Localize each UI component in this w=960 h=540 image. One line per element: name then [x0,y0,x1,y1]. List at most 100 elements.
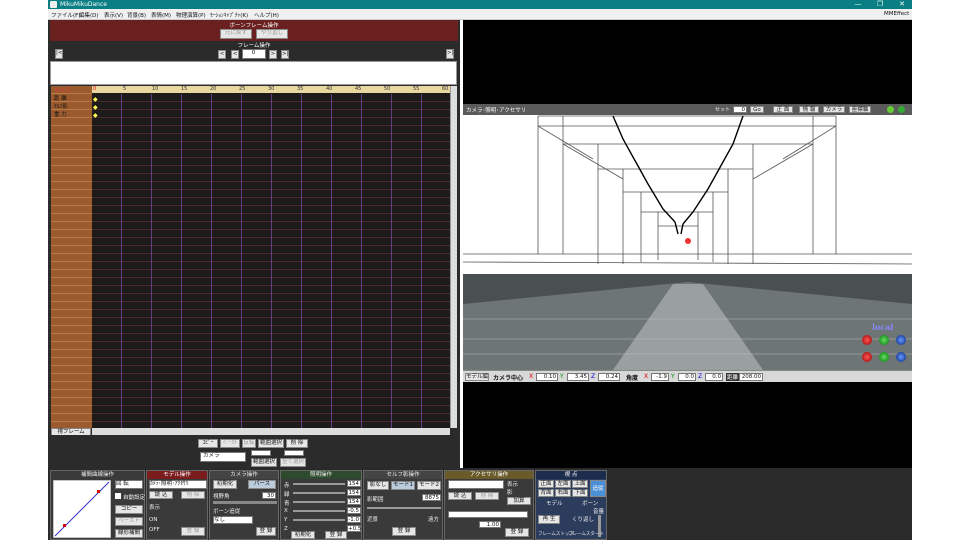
distance-input[interactable]: 208.00 [739,373,763,381]
accessory-scale-input[interactable]: 1.00 [479,521,501,528]
perspective-button[interactable]: パース [248,480,276,489]
light-b-input[interactable]: 154 [347,498,361,505]
range-start-input[interactable] [251,450,271,456]
target-select[interactable]: カメラ [200,452,246,462]
angle-x-input[interactable]: -1.9 [651,373,669,381]
light-icon[interactable] [887,106,894,113]
model-select[interactable]: ｶﾒﾗ･照明･ｱｸｾｻﾘ [149,480,207,489]
light-y-slider[interactable] [293,519,345,521]
timeline-grid[interactable]: ◆ ◆ ◆ [92,86,450,428]
interp-copy-button[interactable]: コピー [115,505,143,514]
view-model-label[interactable]: モデル [546,499,563,507]
view-top-button[interactable]: 上面 [572,480,588,488]
menu-file[interactable]: ファイル(F) [51,11,80,19]
go-button[interactable]: Go [750,106,764,113]
next-key-button[interactable]: >| [281,50,289,59]
menu-background[interactable]: 背景(B) [127,11,146,19]
view-back-button[interactable]: 背面 [538,489,554,497]
delete-frame-button[interactable]: 削 除 [286,439,308,448]
cut-input[interactable]: 0 [733,106,747,113]
track-gravity[interactable]: 重 力 [54,110,67,118]
model-delete-button[interactable]: 削 除 [181,491,205,499]
minimize-button[interactable]: — [848,0,868,8]
fov-input[interactable]: 30 [262,492,276,499]
center-y-input[interactable]: 3.45 [567,373,589,381]
shadow-mode2-button[interactable]: モード2 [417,481,441,490]
angle-z-input[interactable]: 0.0 [705,373,723,381]
track-list[interactable]: カメラ 距 離 ｾﾙﾌ影 重 力 [51,86,92,428]
accessory-select[interactable] [448,480,504,489]
close-button[interactable]: ✕ [892,0,912,8]
move-x-icon[interactable] [862,352,872,362]
model-on-label[interactable]: ON [149,517,157,523]
view-left-button[interactable]: 左面 [555,480,571,488]
undo-button[interactable]: 元に戻す [220,29,252,39]
paste-button[interactable]: ﾍﾟｰｽﾄ [220,439,240,448]
accessory-show-label[interactable]: 表示 [507,480,518,488]
angle-y-input[interactable]: 0.0 [678,373,696,381]
redo-button[interactable]: やり直し [256,29,288,39]
3d-viewport[interactable] [463,104,912,370]
menu-view[interactable]: 表示(V) [104,11,123,19]
camera-register-button[interactable]: 登 録 [256,527,276,536]
linear-interp-button[interactable]: 線形補間 [115,529,143,538]
view-front-button[interactable]: 正面 [538,480,554,488]
interp-paste-button[interactable]: ペースト [115,517,143,526]
menu-physics[interactable]: 物理演算(P) [176,11,206,19]
shadow-mode1-button[interactable]: モード1 [391,481,415,490]
track-self-shadow[interactable]: ｾﾙﾌ影 [54,102,68,110]
light-x-input[interactable]: -0.5 [347,507,361,514]
rotate-y-icon[interactable] [879,335,889,345]
light-register-button[interactable]: 登 録 [325,531,347,539]
accessory-shadow-label[interactable]: 影 [507,488,513,496]
model-show-label[interactable]: 表示 [149,503,160,511]
front-view-button[interactable]: 正 面 [773,106,793,113]
accessory-add-button[interactable]: 加算 [507,497,531,505]
accessory-load-button[interactable]: 読 込 [448,492,472,500]
copy-button[interactable]: ｺﾋﾟｰ [198,439,218,448]
shadow-range-slider[interactable] [367,507,441,509]
center-z-input[interactable]: 0.24 [598,373,620,381]
viewport-tab-label[interactable]: カメラ･照明･アクセサリ [466,106,526,114]
model-load-button[interactable]: 読 込 [149,491,173,499]
model-off-label[interactable]: OFF [149,527,160,533]
select-all-button[interactable]: 全て選択 [280,458,306,467]
interp-curve[interactable] [53,480,111,538]
add-icon[interactable] [898,106,905,113]
fov-slider[interactable] [213,501,277,504]
frame-start-label[interactable]: フレームスタート [568,531,604,537]
view-bottom-button[interactable]: 下面 [572,489,588,497]
info-button[interactable]: カメラ [823,106,845,113]
keyframe-marker[interactable]: ◆ [93,104,98,111]
view-right-button[interactable]: 右面 [555,489,571,497]
shadow-none-button[interactable]: 影なし [367,481,389,490]
light-y-input[interactable]: -1.0 [347,516,361,523]
move-z-icon[interactable] [896,352,906,362]
reverse-paste-button[interactable]: 反転 [242,439,256,448]
prev-key-button[interactable]: < [218,50,226,59]
prev-frame-button[interactable]: < [231,50,239,59]
first-frame-button[interactable]: |< [55,49,63,59]
light-b-slider[interactable] [293,501,345,503]
frame-number-input[interactable]: 0 [242,49,266,59]
repeat-label[interactable]: くり返し [572,515,594,523]
local-label[interactable]: local [872,322,893,332]
track-button[interactable]: 追従 [590,480,606,497]
rotate-x-icon[interactable] [862,335,872,345]
track-distance[interactable]: 距 離 [54,94,67,102]
accessory-pos-input[interactable] [448,511,528,518]
center-x-input[interactable]: 0.10 [536,373,558,381]
light-g-input[interactable]: 154 [347,489,361,496]
light-x-slider[interactable] [293,510,345,512]
move-y-icon[interactable] [879,352,889,362]
range-select-top-button[interactable]: 範囲選択 [258,439,284,448]
shadow-range-input[interactable]: 8875 [422,494,441,501]
accessory-delete-button[interactable]: 削 除 [475,492,499,500]
menu-expression[interactable]: 表情(M) [151,11,171,19]
model-edit-button[interactable]: モデル編 [465,373,489,381]
auto-checkbox[interactable] [115,493,121,499]
light-r-input[interactable]: 154 [347,480,361,487]
interp-type-select[interactable]: 回 転 [115,480,143,489]
play-button[interactable]: 再 生 [538,515,560,524]
camera-reset-button[interactable]: 初期化 [213,480,237,489]
